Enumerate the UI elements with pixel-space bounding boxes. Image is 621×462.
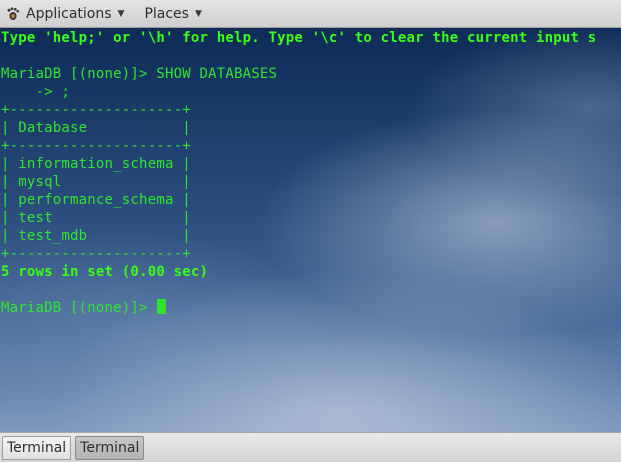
chevron-down-icon: ▼ (194, 8, 202, 19)
places-menu[interactable]: Places ▼ (132, 0, 209, 28)
top-panel: Applications ▼ Places ▼ (0, 0, 621, 28)
terminal-line: MariaDB [(none)]> SHOW DATABASES (1, 66, 278, 82)
taskbar-button-terminal-2[interactable]: Terminal (75, 435, 145, 460)
terminal-line: -> ; (1, 84, 71, 100)
prompt-text: MariaDB [(none)]> (1, 300, 157, 316)
places-menu-label: Places (144, 5, 189, 22)
terminal-line: +--------------------+ (1, 138, 191, 154)
text-cursor (157, 299, 167, 314)
terminal-line: | Database | (1, 120, 191, 136)
terminal-line: | mysql | (1, 174, 191, 190)
taskbar-button-label: Terminal (7, 439, 67, 456)
taskbar: Terminal Terminal (0, 432, 621, 462)
terminal-line: | performance_schema | (1, 192, 191, 208)
terminal-line: +--------------------+ (1, 102, 191, 118)
terminal-lines: Type 'help;' or '\h' for help. Type '\c'… (1, 29, 596, 317)
terminal-line: | information_schema | (1, 156, 191, 172)
taskbar-button-terminal-1[interactable]: Terminal (2, 435, 72, 460)
prompt-line[interactable]: MariaDB [(none)]> (1, 299, 596, 317)
chevron-down-icon: ▼ (117, 8, 125, 19)
applications-menu[interactable]: Applications ▼ (0, 0, 132, 28)
taskbar-button-label: Terminal (80, 439, 140, 456)
gnome-foot-icon (6, 6, 20, 21)
terminal-output[interactable]: Type 'help;' or '\h' for help. Type '\c'… (0, 28, 621, 432)
terminal-line: 5 rows in set (0.00 sec) (1, 264, 209, 280)
terminal-line: | test | (1, 210, 191, 226)
applications-menu-label: Applications (26, 5, 112, 22)
terminal-line: Type 'help;' or '\h' for help. Type '\c'… (1, 30, 597, 46)
terminal-line: +--------------------+ (1, 246, 191, 262)
terminal-line: | test_mdb | (1, 228, 191, 244)
